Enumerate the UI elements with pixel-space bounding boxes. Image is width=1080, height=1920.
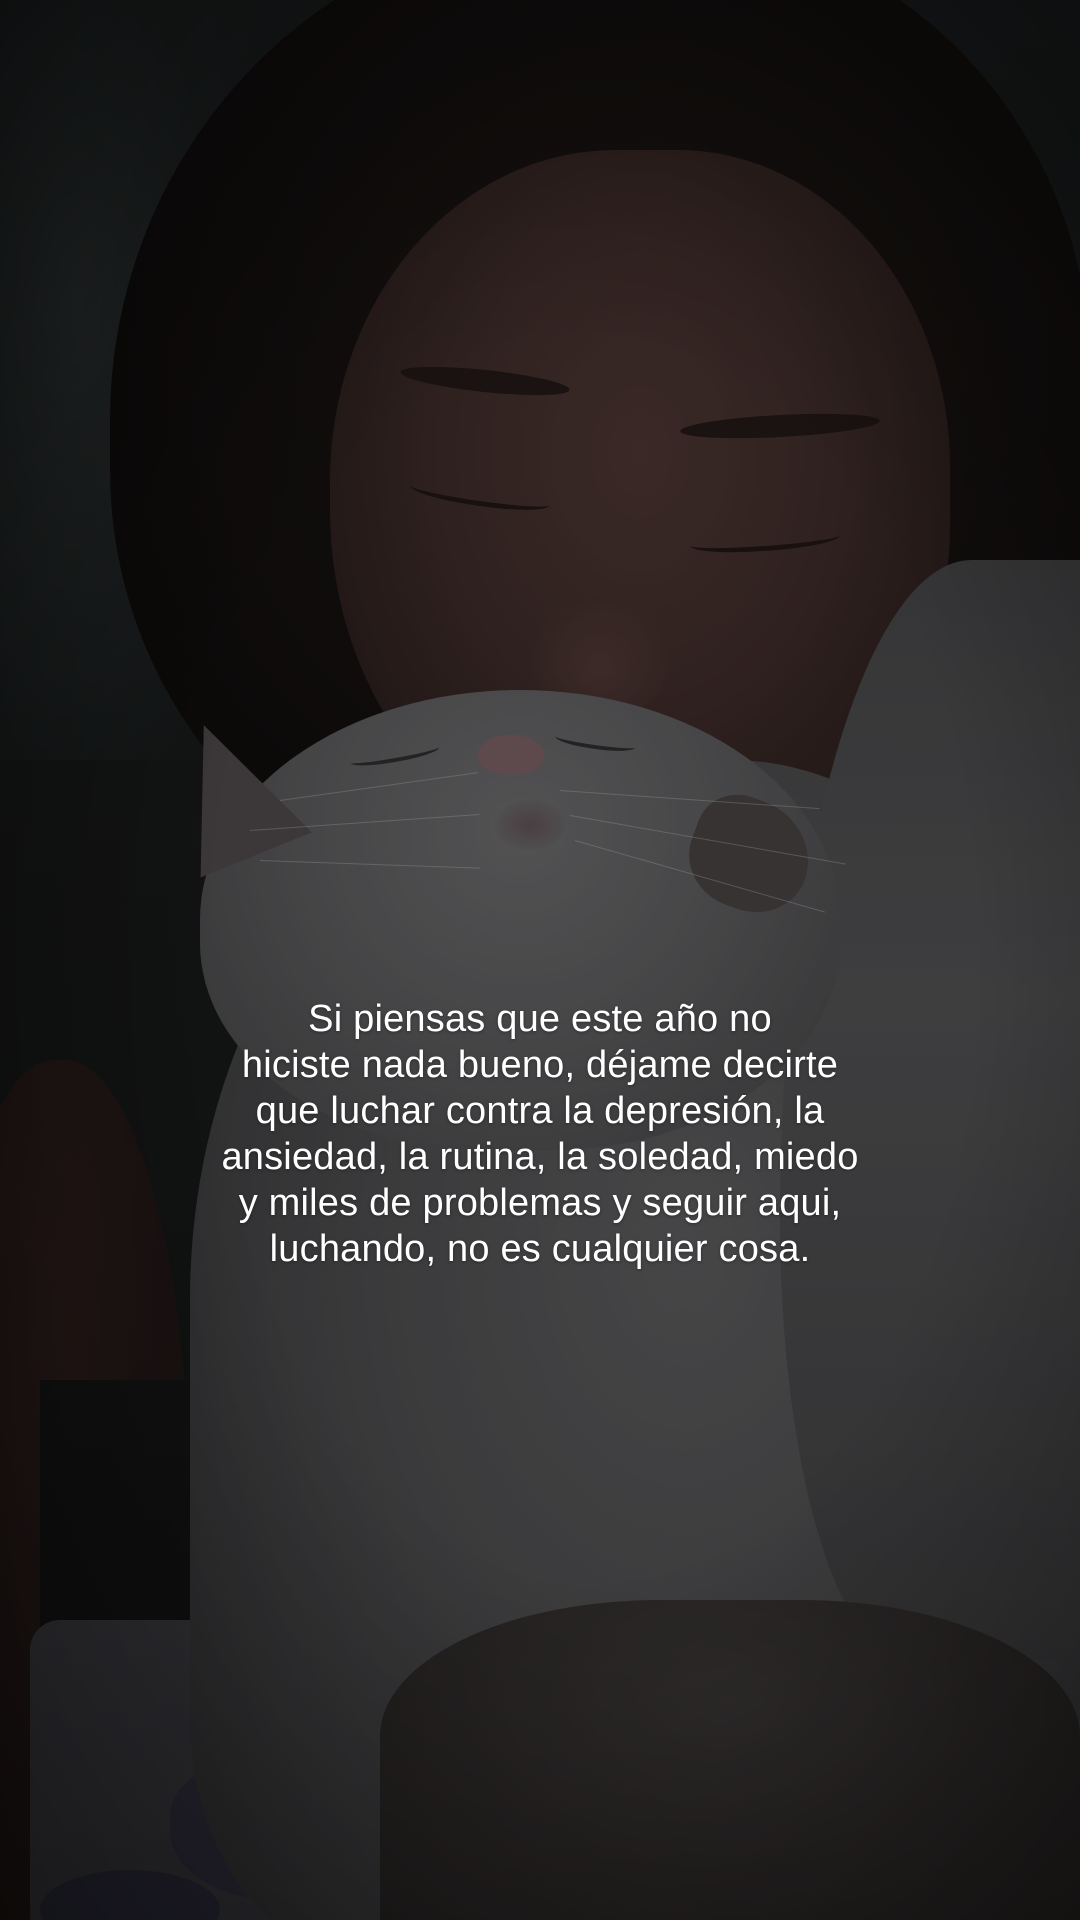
story-canvas: Si piensas que este año no hiciste nada … <box>0 0 1080 1920</box>
caption-line: y miles de problemas y seguir aqui, <box>238 1182 842 1224</box>
caption-line: hiciste nada bueno, déjame decirte <box>241 1044 839 1086</box>
caption-text: Si piensas que este año no hiciste nada … <box>120 996 960 1272</box>
caption-line: ansiedad, la rutina, la soledad, miedo <box>221 1136 859 1178</box>
photo-vignette <box>0 0 1080 1920</box>
caption-line: que luchar contra la depresión, la <box>255 1090 825 1132</box>
caption-line: Si piensas que este año no <box>308 998 772 1040</box>
caption-line: luchando, no es cualquier cosa. <box>269 1228 811 1270</box>
